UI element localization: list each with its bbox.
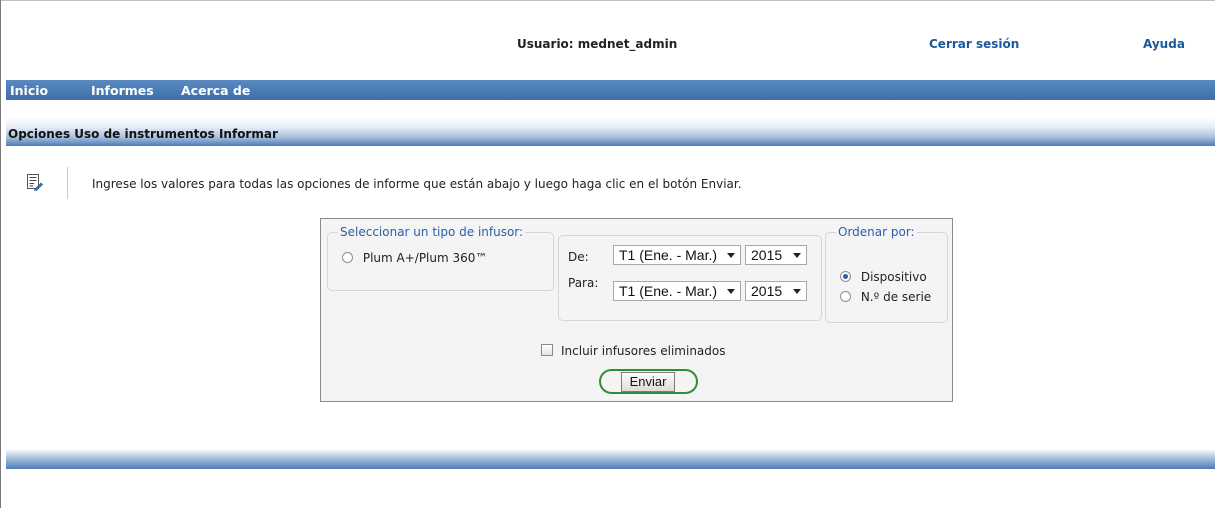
chevron-down-icon — [793, 289, 801, 294]
chevron-down-icon — [727, 289, 735, 294]
chevron-down-icon — [727, 253, 735, 258]
serial-radio[interactable] — [840, 291, 851, 302]
submit-button[interactable]: Enviar — [621, 372, 675, 392]
to-label: Para: — [568, 276, 599, 290]
from-year-select[interactable]: 2015 — [745, 245, 807, 265]
instruction-divider — [67, 167, 68, 199]
sort-by-legend: Ordenar por: — [838, 225, 915, 239]
infuser-option-plum[interactable]: Plum A+/Plum 360™ — [342, 250, 487, 265]
infuser-type-legend: Seleccionar un tipo de infusor: — [340, 225, 524, 239]
sort-by-group: Ordenar por: Dispositivo N.º de serie — [825, 225, 948, 323]
main-nav-bar: Inicio Informes Acerca de — [6, 80, 1215, 100]
form-edit-icon — [27, 174, 43, 191]
to-quarter-select[interactable]: T1 (Ene. - Mar.) — [613, 281, 741, 301]
logout-link[interactable]: Cerrar sesión — [929, 37, 1019, 51]
from-label: De: — [568, 250, 589, 264]
plum-radio[interactable] — [342, 252, 353, 263]
device-radio[interactable] — [840, 271, 851, 282]
section-title: Opciones Uso de instrumentos Informar — [8, 127, 278, 141]
sort-option-serial[interactable]: N.º de serie — [840, 289, 931, 304]
nav-item-informes[interactable]: Informes — [91, 83, 154, 98]
nav-item-acerca-de[interactable]: Acerca de — [181, 83, 250, 98]
window-top-border — [0, 0, 1215, 1]
from-year-value: 2015 — [751, 247, 783, 263]
to-quarter-value: T1 (Ene. - Mar.) — [619, 283, 718, 299]
window-left-border — [0, 0, 1, 508]
section-header-bar: Opciones Uso de instrumentos Informar — [6, 117, 1215, 146]
date-range-group: De: T1 (Ene. - Mar.) 2015 Para: T1 (Ene.… — [558, 235, 822, 321]
plum-option-label: Plum A+/Plum 360™ — [362, 250, 488, 265]
from-quarter-select[interactable]: T1 (Ene. - Mar.) — [613, 245, 741, 265]
chevron-down-icon — [793, 253, 801, 258]
nav-item-inicio[interactable]: Inicio — [10, 83, 48, 98]
to-year-select[interactable]: 2015 — [745, 281, 807, 301]
from-quarter-value: T1 (Ene. - Mar.) — [619, 247, 718, 263]
serial-option-label: N.º de serie — [860, 289, 932, 304]
include-deleted-checkbox[interactable] — [541, 344, 553, 356]
to-year-value: 2015 — [751, 283, 783, 299]
current-user-label: Usuario: mednet_admin — [517, 37, 678, 51]
help-link[interactable]: Ayuda — [1143, 37, 1185, 51]
include-deleted-label: Incluir infusores eliminados — [561, 344, 726, 358]
device-option-label: Dispositivo — [860, 269, 927, 284]
instruction-text: Ingrese los valores para todas las opcio… — [92, 177, 742, 191]
footer-bar — [6, 449, 1215, 469]
sort-option-device[interactable]: Dispositivo — [840, 269, 927, 284]
infuser-type-group: Seleccionar un tipo de infusor: Plum A+/… — [327, 225, 554, 291]
